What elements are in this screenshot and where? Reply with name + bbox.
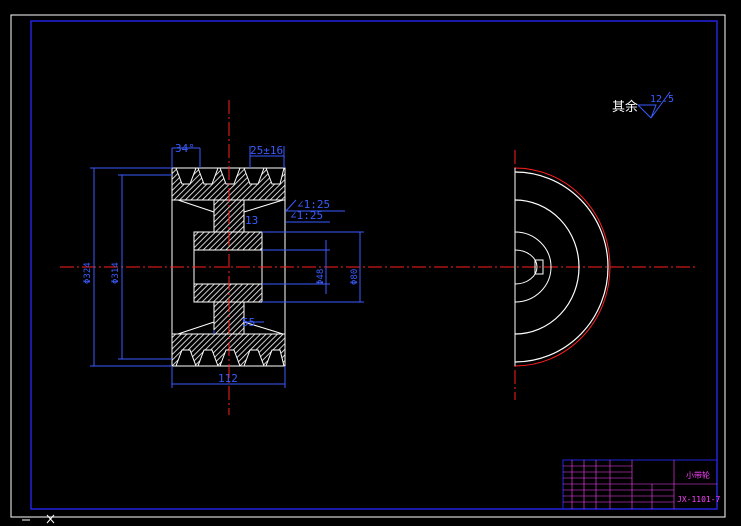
groove-pitch-label: 25±16 xyxy=(250,144,283,157)
bore-diameter-label: Φ48 xyxy=(316,269,326,285)
surface-finish-note: 其余 xyxy=(612,99,638,115)
pitch-diameter-label: Φ314 xyxy=(111,262,121,284)
cursor-icon xyxy=(22,514,55,524)
groove-angle-label: 34° xyxy=(175,142,195,155)
hub-top xyxy=(193,231,263,251)
centerlines xyxy=(60,100,695,415)
part-name: 小带轮 xyxy=(686,470,710,480)
roughness-value: 12.5 xyxy=(650,94,674,105)
drawing-code: JX-1101-7 xyxy=(677,495,721,504)
inner-border xyxy=(30,20,718,510)
cad-drawing-canvas: 34° 25±16 ∠1:25 ∠1:25 13 Φ324 Φ314 Φ48 Φ… xyxy=(10,14,726,524)
hub-width-label: 55 xyxy=(242,316,255,329)
hub-diameter-label: Φ80 xyxy=(350,269,360,285)
chamfer-label: 13 xyxy=(245,214,258,227)
slope-bottom-label: ∠1:25 xyxy=(290,209,323,222)
outer-diameter-label: Φ324 xyxy=(83,262,93,284)
overall-width-label: 112 xyxy=(218,372,238,385)
hub-bottom xyxy=(193,283,263,303)
